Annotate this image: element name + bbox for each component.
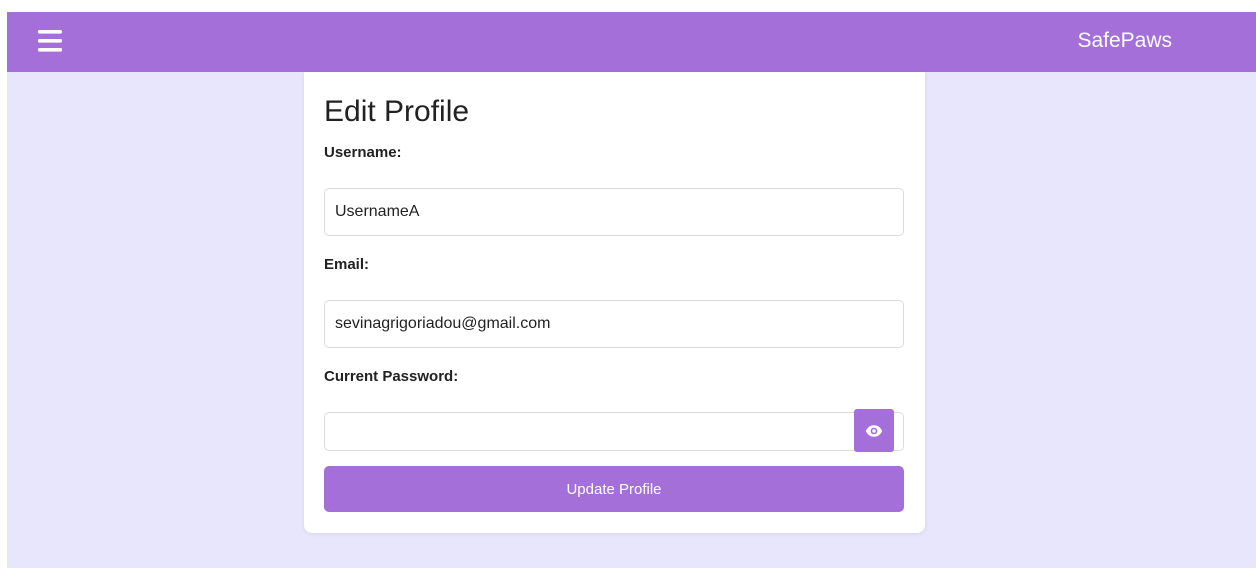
email-input[interactable] bbox=[324, 300, 904, 348]
app-viewport: SafePaws Edit Profile Username: Email: C… bbox=[7, 12, 1256, 568]
page-title: Edit Profile bbox=[324, 95, 470, 128]
password-field-group bbox=[324, 409, 904, 452]
menu-button[interactable] bbox=[35, 26, 65, 56]
hamburger-menu-icon bbox=[38, 30, 62, 52]
username-label: Username: bbox=[324, 144, 402, 161]
current-password-label: Current Password: bbox=[324, 368, 459, 385]
email-label: Email: bbox=[324, 256, 370, 273]
brand-title[interactable]: SafePaws bbox=[1077, 28, 1172, 54]
eye-icon bbox=[865, 424, 883, 437]
toggle-password-visibility-button[interactable] bbox=[854, 409, 894, 452]
current-password-input[interactable] bbox=[324, 412, 904, 451]
username-input[interactable] bbox=[324, 188, 904, 236]
edit-profile-card: Edit Profile Username: Email: Current Pa… bbox=[304, 72, 925, 533]
top-navbar: SafePaws bbox=[7, 12, 1256, 72]
update-profile-button[interactable]: Update Profile bbox=[324, 466, 904, 512]
